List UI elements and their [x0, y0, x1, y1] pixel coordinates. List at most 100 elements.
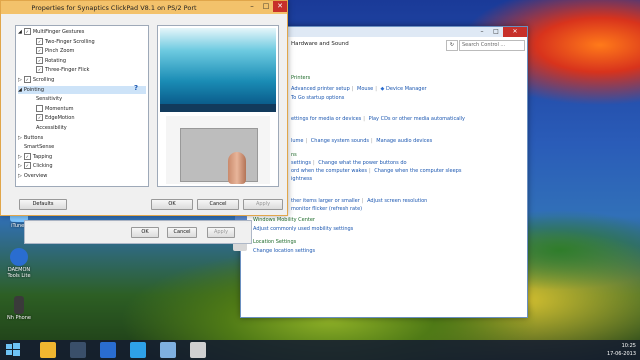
taskbar-control-panel-icon[interactable]	[160, 342, 176, 358]
link-power-buttons[interactable]: Change what the power buttons do	[318, 160, 406, 166]
checkbox[interactable]: ✓	[23, 162, 31, 170]
minimize-button[interactable]: –	[475, 27, 489, 37]
link-settings-media[interactable]: ettings for media or devices	[291, 116, 361, 122]
power-line-1: settings | Change what the power buttons …	[291, 160, 407, 166]
ok-button[interactable]: OK	[151, 199, 193, 210]
checkbox[interactable]: ✓	[23, 76, 31, 83]
close-button[interactable]: ✕	[503, 27, 527, 37]
taskbar-file-explorer-icon[interactable]	[40, 342, 56, 358]
power-line-2: ord when the computer wakes | Change when…	[291, 168, 462, 174]
mobility-center-title[interactable]: Windows Mobility Center	[253, 217, 315, 223]
tree-item[interactable]: ▷ ✓ Clicking	[18, 162, 146, 170]
checkbox[interactable]: ✓	[36, 47, 43, 55]
tree-item[interactable]: ▷ Buttons	[18, 134, 146, 142]
tree-item[interactable]: ◢ Pointing	[18, 85, 146, 94]
checkbox[interactable]: ✓	[23, 28, 31, 35]
taskbar-notepad-icon[interactable]	[70, 342, 86, 358]
link-device-manager[interactable]: Device Manager	[386, 86, 427, 92]
link-volume[interactable]: lume	[291, 138, 304, 144]
checkbox[interactable]	[36, 104, 43, 112]
clock-date: 17-06-2013	[606, 351, 636, 357]
link-change-system-sounds[interactable]: Change system sounds	[311, 138, 369, 144]
expander-icon[interactable]: ▷	[18, 163, 22, 169]
tree-item[interactable]: Sensitivity	[30, 95, 146, 103]
tree-item[interactable]: ✓ Pinch Zoom	[30, 47, 146, 55]
checkbox[interactable]: ✓	[36, 56, 43, 64]
link-mobility-settings[interactable]: Adjust commonly used mobility settings	[253, 226, 353, 232]
mouse-properties-dialog: OK Cancel Apply	[24, 220, 252, 244]
daemon-tools-icon	[10, 248, 28, 266]
clock[interactable]: 10:25 17-06-2013	[607, 342, 636, 358]
start-button[interactable]	[6, 343, 20, 357]
dialog-titlebar[interactable]: Properties for Synaptics ClickPad V8.1 o…	[1, 1, 287, 14]
taskbar-internet-explorer-icon[interactable]	[130, 342, 146, 358]
autoplay-links: ettings for media or devices | Play CDs o…	[291, 116, 465, 122]
apply-button[interactable]: Apply	[243, 199, 283, 210]
tree-item[interactable]: ✓ Three-Finger Flick	[30, 66, 146, 74]
checkbox[interactable]: ✓	[36, 66, 43, 74]
preview-taskbar-image	[160, 104, 276, 112]
expander-icon[interactable]: ▷	[18, 77, 22, 83]
section-printers[interactable]: Printers	[291, 75, 310, 81]
ok-button[interactable]: OK	[131, 227, 159, 238]
tree-item-label: Pointing	[23, 86, 45, 93]
apply-button[interactable]: Apply	[207, 227, 235, 238]
link-computer-sleeps[interactable]: Change when the computer sleeps	[374, 168, 461, 174]
tree-item-label: Tapping	[32, 153, 53, 160]
synaptics-properties-dialog: Properties for Synaptics ClickPad V8.1 o…	[0, 0, 288, 216]
close-button[interactable]: ✕	[273, 1, 287, 12]
desktop-icon-daemon-tools[interactable]: DAEMON Tools Lite	[2, 248, 36, 279]
link-adjust-resolution[interactable]: Adjust screen resolution	[367, 198, 427, 204]
link-advanced-printer-setup[interactable]: Advanced printer setup	[291, 86, 350, 92]
link-location-settings[interactable]: Change location settings	[253, 248, 315, 254]
tree-item[interactable]: Momentum	[30, 104, 146, 113]
link-mouse[interactable]: Mouse	[357, 86, 373, 92]
settings-tree: ◢ ✓ MultiFinger Gestures ✓ Two-Finger Scroll…	[15, 25, 149, 187]
expander-icon[interactable]: ▷	[18, 135, 22, 141]
search-input[interactable]: Search Control ...	[459, 40, 525, 51]
defaults-button[interactable]: Defaults	[19, 199, 67, 210]
desktop-icon-phone[interactable]: Nh Phone	[2, 296, 36, 321]
help-icon[interactable]: ?	[134, 84, 142, 92]
tree-item[interactable]: Accessibility	[30, 124, 146, 132]
location-settings-title[interactable]: Location Settings	[253, 239, 296, 245]
expander-icon[interactable]: ▷	[18, 173, 22, 179]
link-brightness[interactable]: ightness	[291, 176, 312, 182]
section-power[interactable]: ns	[291, 152, 297, 158]
breadcrumb[interactable]: Hardware and Sound	[291, 41, 349, 47]
refresh-icon[interactable]: ↻	[446, 40, 458, 51]
expander-icon[interactable]: ◢	[18, 29, 22, 35]
link-power-settings[interactable]: settings	[291, 160, 311, 166]
link-password-wake[interactable]: ord when the computer wakes	[291, 168, 367, 174]
phone-icon	[14, 296, 24, 314]
tree-item[interactable]: SmartSense	[18, 143, 146, 151]
tree-item[interactable]: ✓ Two-Finger Scrolling	[30, 37, 146, 46]
taskbar-mouse-settings-icon[interactable]	[190, 342, 206, 358]
dialog-title: Properties for Synaptics ClickPad V8.1 o…	[31, 4, 197, 12]
tree-item[interactable]: ◢ ✓ MultiFinger Gestures	[18, 28, 146, 36]
expander-icon[interactable]: ▷	[18, 154, 22, 160]
minimize-button[interactable]: –	[245, 1, 259, 12]
expander-icon[interactable]: ◢	[18, 87, 22, 93]
tree-item[interactable]: ▷ ✓ Scrolling	[18, 76, 146, 84]
tree-item[interactable]: ✓ EdgeMotion	[30, 114, 146, 122]
maximize-button[interactable]: □	[489, 27, 503, 37]
link-play-cds[interactable]: Play CDs or other media automatically	[369, 116, 465, 122]
tree-item[interactable]: ▷ ✓ Tapping	[18, 152, 146, 161]
link-manage-audio-devices[interactable]: Manage audio devices	[376, 138, 432, 144]
tree-item[interactable]: ▷ Overview	[18, 172, 146, 180]
tree-item-label: Buttons	[23, 134, 44, 141]
maximize-button[interactable]: □	[259, 1, 273, 12]
cancel-button[interactable]: Cancel	[197, 199, 239, 210]
link-monitor-flicker[interactable]: monitor flicker (refresh rate)	[291, 206, 362, 212]
checkbox[interactable]: ✓	[36, 37, 43, 45]
preview-touchpad-image	[166, 116, 270, 184]
cancel-button[interactable]: Cancel	[167, 227, 197, 238]
tree-item[interactable]: ✓ Rotating	[30, 56, 146, 65]
link-items-larger[interactable]: ther items larger or smaller	[291, 198, 360, 204]
settings-preview	[157, 25, 279, 187]
checkbox[interactable]: ✓	[23, 152, 31, 160]
checkbox[interactable]: ✓	[36, 114, 43, 122]
taskbar-daemon-tools-icon[interactable]	[100, 342, 116, 358]
link-to-go-startup[interactable]: To Go startup options	[291, 95, 344, 101]
